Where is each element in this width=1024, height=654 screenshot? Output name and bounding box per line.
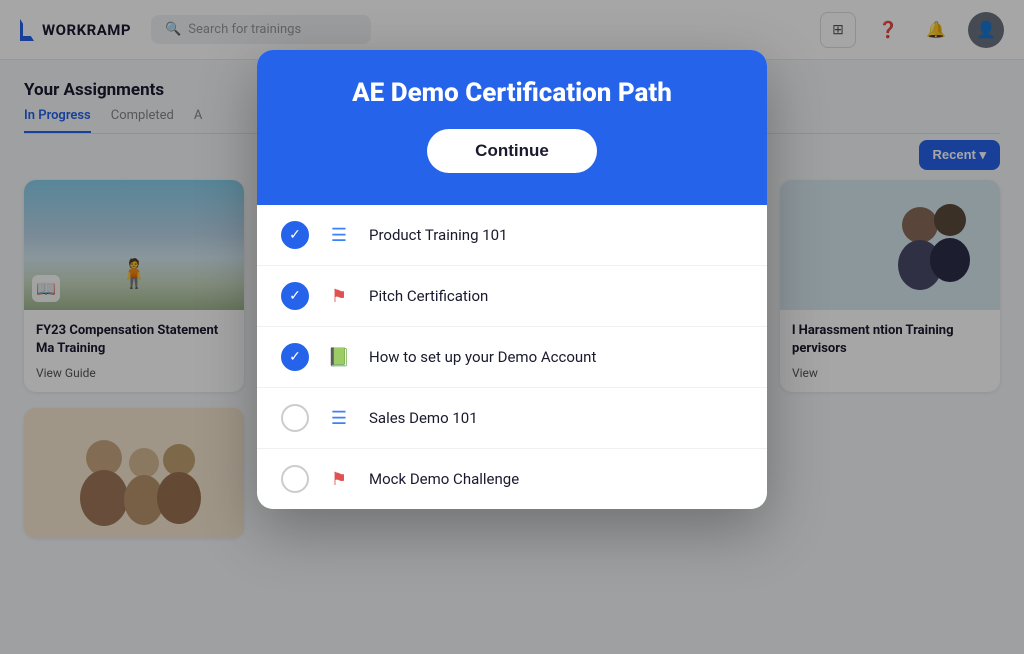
checkmark-icon-3: ✓ [289, 349, 301, 365]
check-circle-3: ✓ [281, 343, 309, 371]
check-circle-1: ✓ [281, 221, 309, 249]
cert-name-1: Product Training 101 [369, 226, 508, 244]
modal-overlay[interactable]: AE Demo Certification Path Continue ✓ ☰ … [0, 0, 1024, 654]
cert-item-product-training[interactable]: ✓ ☰ Product Training 101 [257, 205, 767, 266]
cert-name-2: Pitch Certification [369, 287, 488, 305]
flag-icon-2: ⚑ [325, 469, 353, 490]
flag-icon-1: ⚑ [325, 286, 353, 307]
cert-item-demo-account[interactable]: ✓ 📗 How to set up your Demo Account [257, 327, 767, 388]
empty-circle-2 [281, 465, 309, 493]
book-icon-1: 📗 [325, 347, 353, 368]
cert-name-5: Mock Demo Challenge [369, 470, 519, 488]
app-background: WORKRAMP 🔍 Search for trainings ⊞ ❓ 🔔 👤 … [0, 0, 1024, 654]
modal-title: AE Demo Certification Path [281, 78, 743, 109]
check-circle-2: ✓ [281, 282, 309, 310]
list-icon-2: ☰ [325, 408, 353, 429]
modal-header: AE Demo Certification Path Continue [257, 50, 767, 205]
empty-circle-1 [281, 404, 309, 432]
cert-item-mock-demo[interactable]: ⚑ Mock Demo Challenge [257, 449, 767, 509]
cert-name-3: How to set up your Demo Account [369, 348, 596, 366]
continue-button[interactable]: Continue [427, 129, 597, 173]
modal-body: ✓ ☰ Product Training 101 ✓ ⚑ Pitch Certi… [257, 205, 767, 509]
checkmark-icon-1: ✓ [289, 227, 301, 243]
cert-item-pitch[interactable]: ✓ ⚑ Pitch Certification [257, 266, 767, 327]
checkmark-icon-2: ✓ [289, 288, 301, 304]
cert-name-4: Sales Demo 101 [369, 409, 478, 427]
cert-item-sales-demo[interactable]: ☰ Sales Demo 101 [257, 388, 767, 449]
modal: AE Demo Certification Path Continue ✓ ☰ … [257, 50, 767, 509]
list-icon-1: ☰ [325, 225, 353, 246]
